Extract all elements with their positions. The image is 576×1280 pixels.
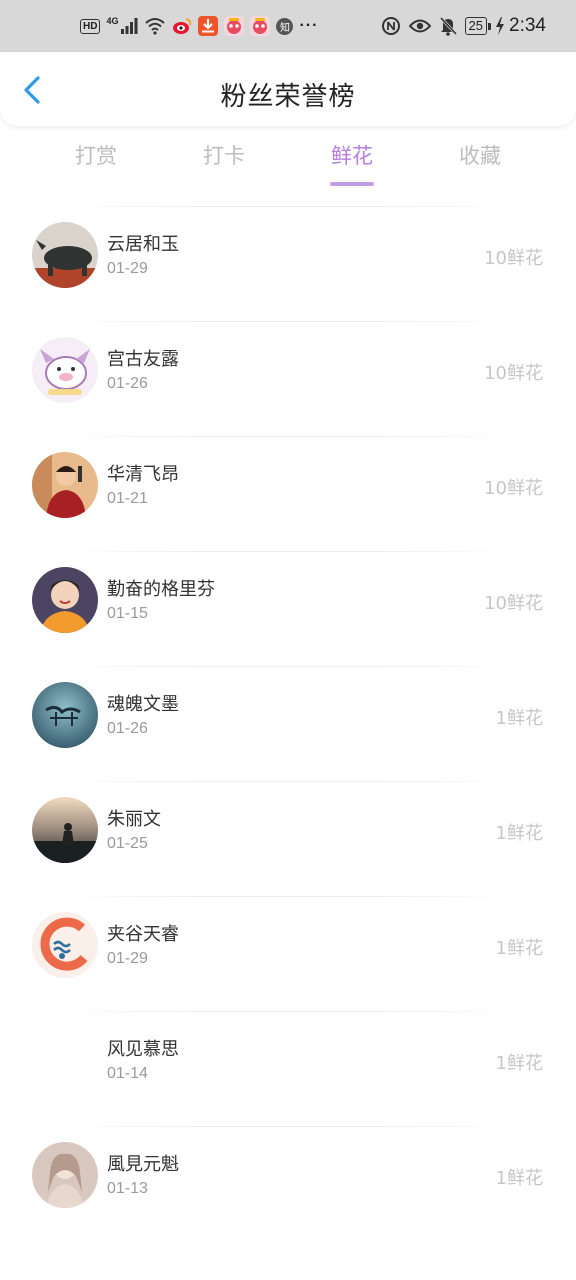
user-name: 風見元魁 <box>107 1154 179 1175</box>
page-title: 粉丝荣誉榜 <box>220 82 356 112</box>
tab-label: 收藏 <box>459 144 501 168</box>
battery-icon: 25 <box>464 17 492 35</box>
divider <box>60 551 516 552</box>
tab-tip[interactable]: 打赏 <box>46 140 146 190</box>
list-item[interactable]: 魂魄文墨 01-26 1鲜花 <box>0 666 576 781</box>
user-date: 01-15 <box>107 605 148 622</box>
avatar[interactable] <box>32 682 98 748</box>
flower-count: 10鲜花 <box>484 478 543 499</box>
flower-count: 10鲜花 <box>484 248 543 269</box>
list-item[interactable]: 华清飞昂 01-21 10鲜花 <box>0 436 576 551</box>
avatar[interactable] <box>32 337 98 403</box>
divider <box>60 206 516 207</box>
flower-count: 1鲜花 <box>495 938 543 959</box>
status-time: 2:34 <box>509 15 546 36</box>
header-bar: 粉丝荣誉榜 <box>0 52 576 126</box>
divider <box>60 1126 516 1127</box>
user-date: 01-29 <box>107 260 148 277</box>
avatar[interactable] <box>32 452 98 518</box>
user-name: 宫古友露 <box>107 349 179 370</box>
avatar[interactable] <box>32 222 98 288</box>
flower-count: 10鲜花 <box>484 593 543 614</box>
status-bar-right: 25 2:34 <box>381 0 546 52</box>
wifi-icon <box>145 18 166 35</box>
more-icon: ··· <box>299 17 319 34</box>
user-name: 朱丽文 <box>107 809 161 830</box>
user-name: 风见慕思 <box>107 1039 179 1060</box>
avatar[interactable] <box>32 567 98 633</box>
app-icon <box>224 16 245 36</box>
flower-count: 1鲜花 <box>495 708 543 729</box>
user-name: 华清飞昂 <box>107 464 179 485</box>
tab-label: 打卡 <box>203 144 245 168</box>
avatar[interactable] <box>32 1027 98 1093</box>
user-date: 01-29 <box>107 950 148 967</box>
divider <box>60 781 516 782</box>
user-name: 魂魄文墨 <box>107 694 179 715</box>
avatar[interactable] <box>32 797 98 863</box>
user-date: 01-25 <box>107 835 148 852</box>
avatar[interactable] <box>32 1142 98 1208</box>
divider <box>60 436 516 437</box>
divider <box>60 666 516 667</box>
flower-count: 10鲜花 <box>484 363 543 384</box>
signal-icon <box>121 18 138 34</box>
charging-icon <box>496 17 505 35</box>
divider <box>60 1011 516 1012</box>
tab-label: 打赏 <box>75 144 117 168</box>
tab-checkin[interactable]: 打卡 <box>174 140 274 190</box>
tab-flowers[interactable]: 鲜花 <box>302 140 402 190</box>
weibo-icon <box>173 18 192 34</box>
list-item[interactable]: 风见慕思 01-14 1鲜花 <box>0 1011 576 1126</box>
avatar[interactable] <box>32 912 98 978</box>
user-date: 01-13 <box>107 1180 148 1197</box>
flower-count: 1鲜花 <box>495 1168 543 1189</box>
user-name: 夹谷天睿 <box>107 924 179 945</box>
user-date: 01-21 <box>107 490 148 507</box>
list-item[interactable]: 夹谷天睿 01-29 1鲜花 <box>0 896 576 1011</box>
tab-bar: 打赏 打卡 鲜花 收藏 <box>0 140 576 190</box>
list-item[interactable]: 朱丽文 01-25 1鲜花 <box>0 781 576 896</box>
flower-count: 1鲜花 <box>495 823 543 844</box>
active-tab-indicator <box>330 182 374 186</box>
user-date: 01-14 <box>107 1065 148 1082</box>
eye-icon <box>408 19 431 33</box>
divider <box>60 896 516 897</box>
user-date: 01-26 <box>107 720 148 737</box>
list-item[interactable]: 宫古友露 01-26 10鲜花 <box>0 321 576 436</box>
app-icon <box>250 16 271 36</box>
nfc-icon <box>381 17 400 35</box>
list-item[interactable]: 勤奋的格里芬 01-15 10鲜花 <box>0 551 576 666</box>
status-bar: HD 4G 知 ··· 25 2:34 <box>0 0 576 52</box>
download-icon <box>198 16 219 36</box>
user-name: 云居和玉 <box>107 234 179 255</box>
flower-count: 1鲜花 <box>495 1053 543 1074</box>
list-item[interactable]: 風見元魁 01-13 1鲜花 <box>0 1126 576 1241</box>
zhihu-icon: 知 <box>276 17 294 35</box>
user-name: 勤奋的格里芬 <box>107 579 215 600</box>
signal-4g-label: 4G <box>106 16 119 26</box>
user-date: 01-26 <box>107 375 148 392</box>
status-bar-left: HD 4G 知 ··· <box>80 0 318 52</box>
tab-favorites[interactable]: 收藏 <box>430 140 530 190</box>
tab-label: 鲜花 <box>331 144 373 168</box>
bell-muted-icon <box>439 16 457 36</box>
hd-icon: HD <box>80 18 101 34</box>
divider <box>60 321 516 322</box>
list-item[interactable]: 云居和玉 01-29 10鲜花 <box>0 206 576 321</box>
